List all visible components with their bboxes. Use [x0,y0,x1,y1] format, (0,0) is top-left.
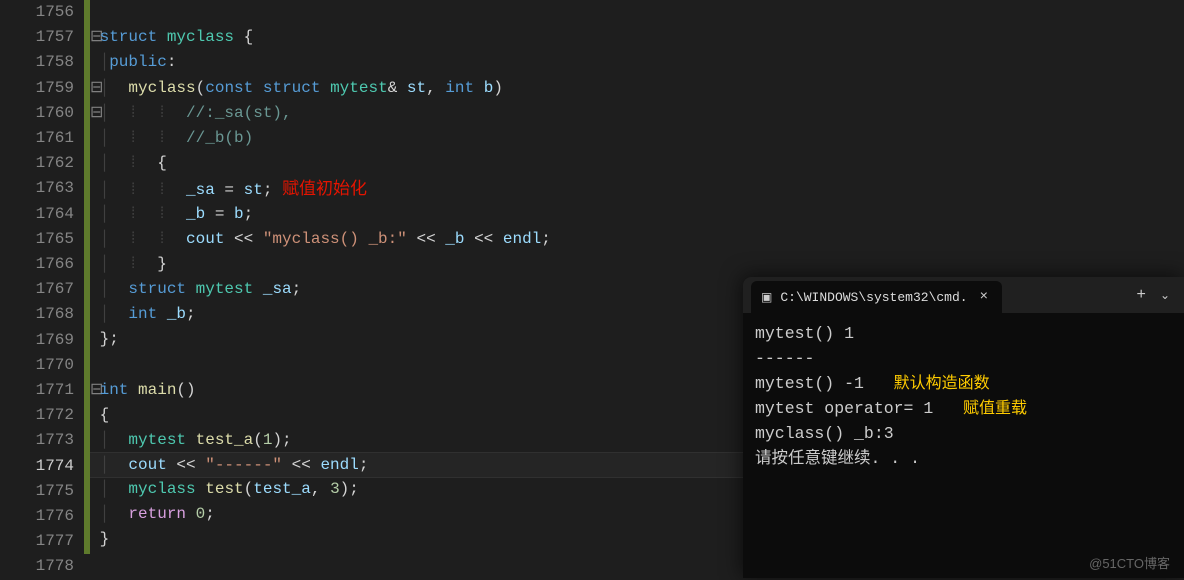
line-number: 1756 [10,0,74,25]
line-number: 1778 [10,554,74,579]
terminal-output[interactable]: mytest() 1------mytest() -1 默认构造函数mytest… [743,313,1184,479]
line-number: 1768 [10,302,74,327]
line-number: 1772 [10,403,74,428]
line-number: 1763 [10,176,74,201]
annotation: 默认构造函数 [894,375,990,392]
code-line[interactable]: ⊟│ ⁞ ⁞ //:_sa(st), [90,101,1184,126]
code-line[interactable]: │ ⁞ } [90,252,1184,277]
terminal-line: mytest() 1 [755,321,1172,346]
code-line[interactable]: │public: [90,50,1184,75]
line-number: 1770 [10,353,74,378]
terminal-line: mytest() -1 默认构造函数 [755,371,1172,396]
terminal-line: 请按任意键继续. . . [755,446,1172,471]
line-number: 1760 [10,101,74,126]
line-number: 1757 [10,25,74,50]
terminal-window[interactable]: ▣ C:\WINDOWS\system32\cmd. × + ⌄ mytest(… [743,277,1184,578]
fold-icon[interactable]: ⊟ [90,76,100,101]
watermark: @51CTO博客 [1089,553,1170,572]
code-line[interactable] [90,0,1184,25]
code-line[interactable]: │ ⁞ { [90,151,1184,176]
line-number: 1764 [10,202,74,227]
fold-icon[interactable]: ⊟ [90,378,100,403]
annotation: 赋值重载 [963,400,1027,417]
line-number: 1773 [10,428,74,453]
terminal-titlebar[interactable]: ▣ C:\WINDOWS\system32\cmd. × + ⌄ [743,277,1184,313]
terminal-title: C:\WINDOWS\system32\cmd. [780,290,967,305]
code-line[interactable]: │ ⁞ ⁞ //_b(b) [90,126,1184,151]
terminal-actions: + ⌄ [1122,277,1184,313]
line-number: 1759 [10,76,74,101]
terminal-icon: ▣ [761,290,772,305]
close-tab-icon[interactable]: × [976,289,992,305]
annotation: 赋值初始化 [282,179,367,198]
terminal-line: mytest operator= 1 赋值重载 [755,396,1172,421]
code-line[interactable]: │ ⁞ ⁞ _sa = st; 赋值初始化 [90,176,1184,201]
scrollbar-margin [0,0,10,578]
new-tab-button[interactable]: + [1136,286,1146,304]
fold-icon[interactable]: ⊟ [90,101,100,126]
terminal-line: myclass() _b:3 [755,421,1172,446]
line-number: 1774 [10,454,74,479]
line-number: 1777 [10,529,74,554]
terminal-tab[interactable]: ▣ C:\WINDOWS\system32\cmd. × [751,281,1002,313]
line-number: 1769 [10,328,74,353]
code-line[interactable]: │ ⁞ ⁞ _b = b; [90,202,1184,227]
code-line[interactable]: │ ⁞ ⁞ cout << "myclass() _b:" << _b << e… [90,227,1184,252]
line-number: 1762 [10,151,74,176]
code-line[interactable]: ⊟│ myclass(const struct mytest& st, int … [90,76,1184,101]
line-number: 1771 [10,378,74,403]
code-line[interactable]: ⊟struct myclass { [90,25,1184,50]
line-number: 1765 [10,227,74,252]
line-number: 1767 [10,277,74,302]
line-number: 1766 [10,252,74,277]
dropdown-icon[interactable]: ⌄ [1160,288,1170,303]
line-number: 1758 [10,50,74,75]
line-number: 1775 [10,479,74,504]
fold-icon[interactable]: ⊟ [90,25,100,50]
line-number: 1776 [10,504,74,529]
line-number-gutter: 1756175717581759176017611762176317641765… [10,0,84,578]
terminal-line: ------ [755,346,1172,371]
line-number: 1761 [10,126,74,151]
